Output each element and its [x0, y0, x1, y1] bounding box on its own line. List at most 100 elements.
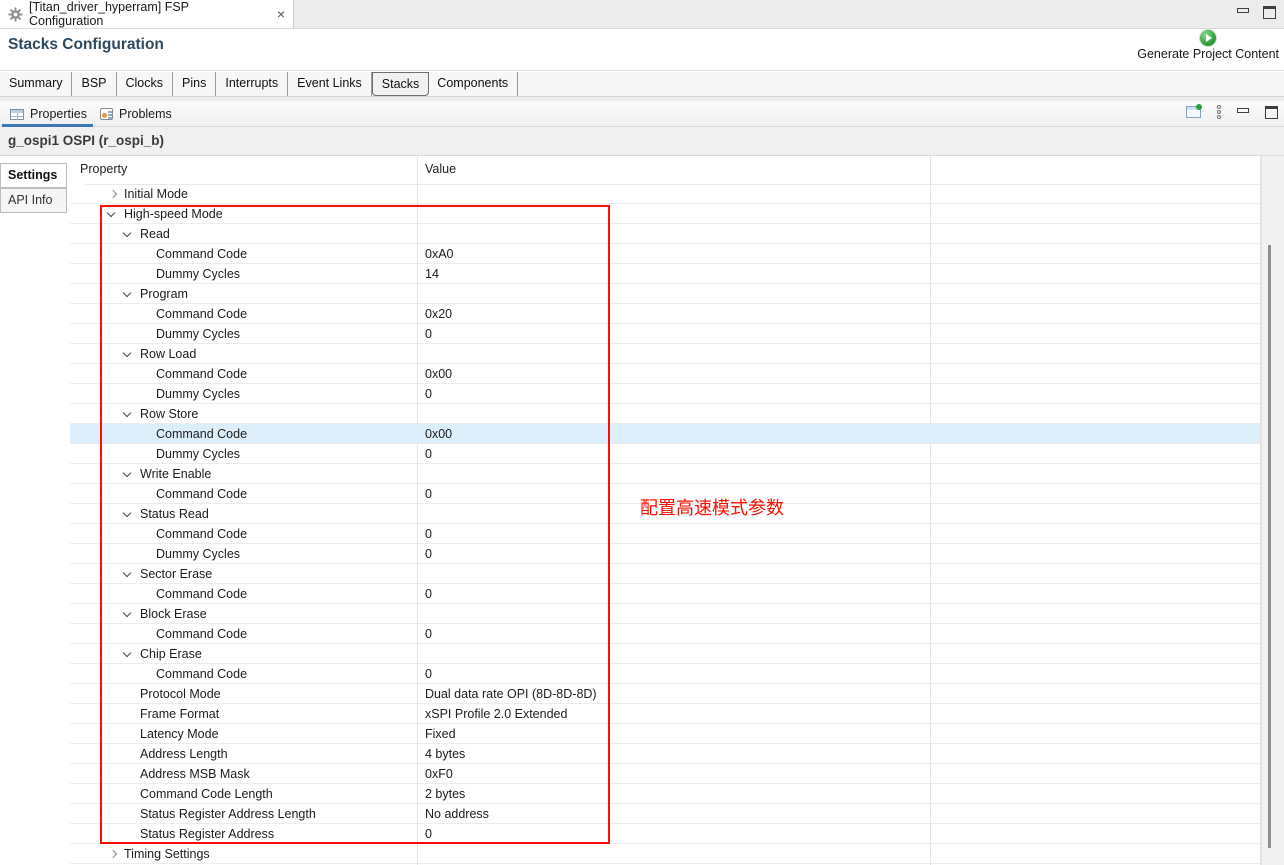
- tab-components[interactable]: Components: [428, 72, 518, 96]
- editor-tab-fsp-configuration[interactable]: [Titan_driver_hyperram] FSP Configuratio…: [0, 0, 294, 28]
- vertical-scrollbar[interactable]: [1261, 156, 1284, 865]
- maximize-view-icon[interactable]: [1265, 106, 1278, 119]
- chevron-right-icon[interactable]: [108, 851, 124, 857]
- table-row[interactable]: Protocol ModeDual data rate OPI (8D-8D-8…: [70, 684, 1260, 704]
- property-name: Block Erase: [140, 607, 207, 621]
- table-row[interactable]: Address Length4 bytes: [70, 744, 1260, 764]
- property-value: 0: [425, 527, 432, 541]
- table-row[interactable]: Command Code 0: [70, 524, 1260, 544]
- property-name: Frame Format: [140, 707, 219, 721]
- table-row[interactable]: Row Store: [70, 404, 1260, 424]
- table-row[interactable]: Dummy Cycles14: [70, 264, 1260, 284]
- tab-event-links[interactable]: Event Links: [288, 72, 372, 96]
- table-row[interactable]: Read: [70, 224, 1260, 244]
- chevron-down-icon[interactable]: [124, 650, 140, 658]
- pin-editor-icon[interactable]: [1186, 106, 1201, 118]
- chevron-down-icon[interactable]: [124, 290, 140, 298]
- maximize-icon[interactable]: [1263, 6, 1276, 19]
- side-tab-api-info[interactable]: API Info: [0, 188, 67, 213]
- property-name: Command Code: [156, 527, 247, 541]
- property-name: Status Register Address: [140, 827, 274, 841]
- side-tab-settings[interactable]: Settings: [0, 163, 67, 188]
- view-menu-icon[interactable]: [1217, 105, 1221, 119]
- play-icon: [1200, 30, 1216, 46]
- table-row[interactable]: Sector Erase: [70, 564, 1260, 584]
- table-row[interactable]: Command Code0: [70, 624, 1260, 644]
- property-value: 0: [425, 667, 432, 681]
- minimize-view-icon[interactable]: [1237, 108, 1249, 113]
- column-header-value: Value: [425, 162, 456, 176]
- property-name: Status Register Address Length: [140, 807, 316, 821]
- table-row[interactable]: Command Code0xA0: [70, 244, 1260, 264]
- property-value: 0: [425, 327, 432, 341]
- table-row[interactable]: Chip Erase: [70, 644, 1260, 664]
- close-icon[interactable]: ×: [277, 7, 285, 21]
- table-row[interactable]: Command Code0: [70, 584, 1260, 604]
- property-name: Command Code: [156, 367, 247, 381]
- table-row[interactable]: Block Erase: [70, 604, 1260, 624]
- table-row[interactable]: Latency ModeFixed: [70, 724, 1260, 744]
- property-name: Read: [140, 227, 170, 241]
- table-row[interactable]: Write Enable: [70, 464, 1260, 484]
- tab-properties[interactable]: Properties: [0, 101, 97, 127]
- tab-summary[interactable]: Summary: [0, 72, 72, 96]
- problems-tab-label: Problems: [119, 107, 172, 121]
- chevron-down-icon[interactable]: [124, 610, 140, 618]
- table-row[interactable]: Command Code 0x00: [70, 364, 1260, 384]
- property-value: xSPI Profile 2.0 Extended: [425, 707, 567, 721]
- table-row[interactable]: Command Code 0: [70, 664, 1260, 684]
- page-header: Stacks Configuration Generate Project Co…: [0, 29, 1284, 71]
- table-row[interactable]: Status Register Address0: [70, 824, 1260, 844]
- generate-project-content-button[interactable]: Generate Project Content: [1135, 30, 1281, 61]
- table-row[interactable]: Dummy Cycles0: [70, 324, 1260, 344]
- module-title: g_ospi1 OSPI (r_ospi_b): [0, 127, 1284, 156]
- table-row[interactable]: Address MSB Mask0xF0: [70, 764, 1260, 784]
- tab-interrupts[interactable]: Interrupts: [216, 72, 288, 96]
- table-row[interactable]: Dummy Cycles0: [70, 444, 1260, 464]
- minimize-icon[interactable]: [1237, 8, 1249, 13]
- table-row[interactable]: Program: [70, 284, 1260, 304]
- chevron-down-icon[interactable]: [124, 470, 140, 478]
- table-row[interactable]: Command Code0x20: [70, 304, 1260, 324]
- table-row[interactable]: Command Code0x00: [70, 424, 1260, 444]
- property-name: Sector Erase: [140, 567, 212, 581]
- table-row[interactable]: Frame Format xSPI Profile 2.0 Extended: [70, 704, 1260, 724]
- property-name: Address Length: [140, 747, 228, 761]
- property-name: Latency Mode: [140, 727, 219, 741]
- property-name: Command Code Length: [140, 787, 273, 801]
- tab-stacks[interactable]: Stacks: [372, 72, 430, 96]
- chevron-down-icon[interactable]: [124, 230, 140, 238]
- chevron-down-icon[interactable]: [124, 410, 140, 418]
- editor-window-controls: [1237, 6, 1276, 19]
- table-row[interactable]: Dummy Cycles0: [70, 544, 1260, 564]
- property-value: 0: [425, 587, 432, 601]
- property-name: Command Code: [156, 247, 247, 261]
- tab-problems[interactable]: Problems: [90, 101, 182, 127]
- property-name: Timing Settings: [124, 847, 210, 861]
- property-value: 0: [425, 547, 432, 561]
- table-row[interactable]: Command Code Length 2 bytes: [70, 784, 1260, 804]
- table-row[interactable]: Timing Settings: [70, 844, 1260, 864]
- table-row[interactable]: Status Register Address LengthNo address: [70, 804, 1260, 824]
- tab-clocks[interactable]: Clocks: [117, 72, 174, 96]
- scrollbar-thumb[interactable]: [1268, 245, 1271, 848]
- chevron-right-icon[interactable]: [108, 191, 124, 197]
- tab-bsp[interactable]: BSP: [72, 72, 116, 96]
- chevron-down-icon[interactable]: [108, 210, 124, 218]
- chevron-down-icon[interactable]: [124, 350, 140, 358]
- property-name: Write Enable: [140, 467, 211, 481]
- property-value: 0x00: [425, 367, 452, 381]
- tab-pins[interactable]: Pins: [173, 72, 216, 96]
- table-row[interactable]: Initial Mode: [70, 184, 1260, 204]
- table-row[interactable]: Dummy Cycles0: [70, 384, 1260, 404]
- property-value: 0: [425, 627, 432, 641]
- property-name: Command Code: [156, 667, 247, 681]
- property-name: Command Code: [156, 487, 247, 501]
- table-row[interactable]: High-speed Mode: [70, 204, 1260, 224]
- chevron-down-icon[interactable]: [124, 510, 140, 518]
- table-row[interactable]: Row Load: [70, 344, 1260, 364]
- property-value: 2 bytes: [425, 787, 465, 801]
- properties-content: Settings API Info Property Value Initial…: [0, 156, 1284, 865]
- chevron-down-icon[interactable]: [124, 570, 140, 578]
- column-header-property: Property: [80, 162, 127, 176]
